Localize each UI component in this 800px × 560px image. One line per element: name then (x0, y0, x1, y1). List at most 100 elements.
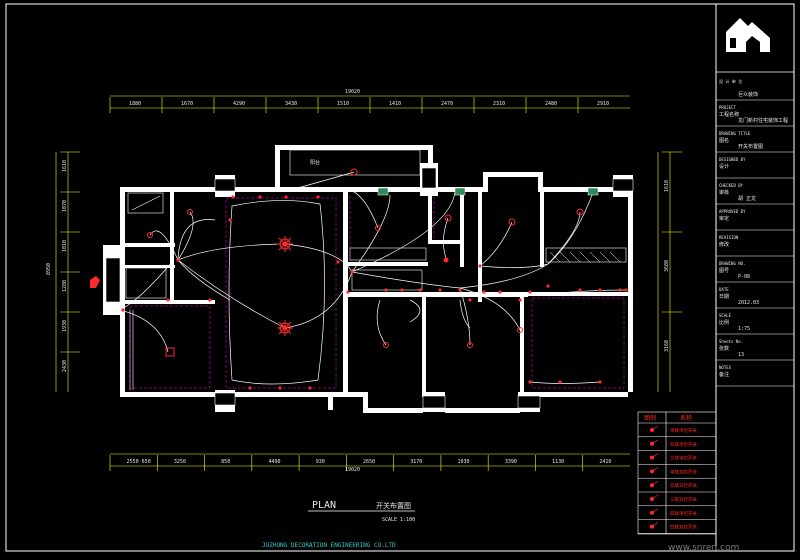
walls (103, 145, 633, 413)
switch-marker (438, 288, 442, 292)
title-field-label: APPROVED BY (719, 209, 746, 214)
switch-marker (498, 290, 502, 294)
switch-marker (278, 386, 282, 390)
legend-row-name: 单联单控开关 (670, 427, 697, 434)
title-field-value: 日期 (719, 294, 729, 300)
top-dim-2: 4290 (233, 101, 245, 107)
house-logo-icon (726, 18, 770, 52)
switch-marker (336, 260, 340, 264)
entry-arrow-icon (90, 276, 100, 288)
title-field-note: 2012.03 (738, 300, 759, 306)
wiring (119, 171, 627, 384)
title-field-value: 比例 (719, 319, 729, 326)
chandelier-icon (277, 236, 293, 252)
left-segment-labels: 1610 1070 1010 1280 1930 2430 (60, 151, 80, 372)
title-field-label: DRAWING NO. (719, 261, 746, 266)
legend-table: 图例 名称 单联单控开关双联单控开关三联单控开关单联双控开关双联双控开关三联双控… (637, 411, 717, 535)
balcony-label: 阳台 (310, 159, 320, 166)
bottom-total-dim: 19020 (345, 467, 360, 473)
legend-row-name: 四联单控开关 (670, 510, 697, 517)
bottom-dim-8: 3390 (505, 459, 517, 465)
title-field-note: 胡 正龙 (738, 195, 756, 202)
switch-marker (418, 288, 422, 292)
left-dim-3: 1280 (62, 280, 68, 292)
bottom-dim-1: 3250 (174, 459, 186, 465)
left-dim-2: 1010 (62, 240, 68, 252)
title-field-note: 1:75 (738, 326, 750, 332)
title-field-value: 审核 (719, 189, 729, 196)
switch-marker (284, 195, 288, 199)
top-dim-9: 2910 (597, 101, 609, 107)
title-field-note: 开关布置图 (738, 143, 763, 150)
bottom-dim-2: 850 (221, 459, 230, 465)
left-dim-1: 1070 (62, 200, 68, 212)
top-segment-labels: 1880 1670 4290 3430 1510 1410 2470 2310 2480 2910 (109, 97, 609, 113)
left-dim-5: 2430 (62, 360, 68, 372)
bottom-dim-10: 2410 (599, 459, 611, 465)
chandelier-icon (277, 320, 293, 336)
switch-marker (482, 290, 486, 294)
switch-marker (346, 290, 350, 294)
switch-marker (121, 308, 125, 312)
switch-marker (176, 258, 180, 262)
switch-marker (468, 298, 472, 302)
plan-title: 开关布置图 (376, 501, 411, 510)
title-field-value: 审定 (719, 215, 729, 222)
top-dim-3: 3430 (285, 101, 297, 107)
title-field-value: 图名 (719, 137, 729, 144)
top-dim-5: 1410 (389, 101, 401, 107)
title-field-value: 图号 (719, 268, 729, 274)
right-dim-1: 3680 (664, 260, 670, 272)
switch-marker (308, 386, 312, 390)
switch-marker (384, 288, 388, 292)
windows (105, 167, 634, 409)
bottom-dim-0: 2550 650 (127, 459, 151, 465)
title-field-label: CHECKED BY (719, 183, 744, 188)
left-total-dim: 8950 (46, 263, 52, 275)
bottom-dim-9: 1130 (552, 459, 564, 465)
ceiling-outline (228, 200, 325, 385)
switch-marker (231, 195, 235, 199)
switch-marker (598, 288, 602, 292)
title-field-value: 工程名称 (719, 111, 739, 118)
top-dim-0: 1880 (129, 101, 141, 107)
top-dim-7: 2310 (493, 101, 505, 107)
furniture (125, 149, 627, 390)
switch-marker (618, 288, 622, 292)
bottom-dim-4: 930 (316, 459, 325, 465)
switch-marker (228, 218, 232, 222)
switch-marker (458, 288, 462, 292)
legend-row-name: 三联单控开关 (670, 455, 697, 462)
top-dim-8: 2480 (545, 101, 557, 107)
title-field-note: P-08 (738, 274, 750, 280)
title-field-label: Sheets No. (719, 339, 743, 344)
plan-label: PLAN (312, 500, 336, 511)
title-field-label: PROJECT (719, 105, 736, 110)
legend-header-symbol: 图例 (644, 414, 656, 422)
title-field-label: DATE (719, 287, 729, 292)
watermark: www.snren.com (668, 543, 739, 553)
legend-row-name: 双联单控开关 (670, 441, 697, 448)
top-dim-6: 2470 (441, 101, 453, 107)
title-field-value: 设计 (719, 163, 729, 170)
legend-row-name: 三联双控开关 (670, 496, 697, 503)
title-field-label: 设 计 单 位 (719, 78, 742, 84)
bottom-dim-3: 4490 (268, 459, 280, 465)
title-block-fields: 设 计 单 位巨众装饰 PROJECT工程名称龙门新村住宅装饰工程 DRAWING … (716, 78, 794, 387)
switch-marker (624, 288, 628, 292)
title-field-label: SCALE (719, 313, 732, 318)
title-field-label: DRAWING TITLE (719, 131, 751, 136)
wardrobe-hatch (549, 251, 621, 263)
title-field-label: DESIGNED BY (719, 157, 746, 162)
title-field-label: NOTES (719, 365, 732, 370)
switch-marker (478, 264, 482, 268)
legend-header-name: 名称 (680, 414, 692, 422)
bottom-dim-7: 1030 (458, 459, 470, 465)
legend-row-name: 单联双控开关 (670, 468, 697, 475)
title-field-label: REVISION (719, 235, 739, 240)
title-field-note: 13 (738, 352, 744, 358)
switch-marker (258, 195, 262, 199)
switch-marker (208, 298, 212, 302)
switch-marker (518, 298, 522, 302)
top-dim-1: 1670 (181, 101, 193, 107)
